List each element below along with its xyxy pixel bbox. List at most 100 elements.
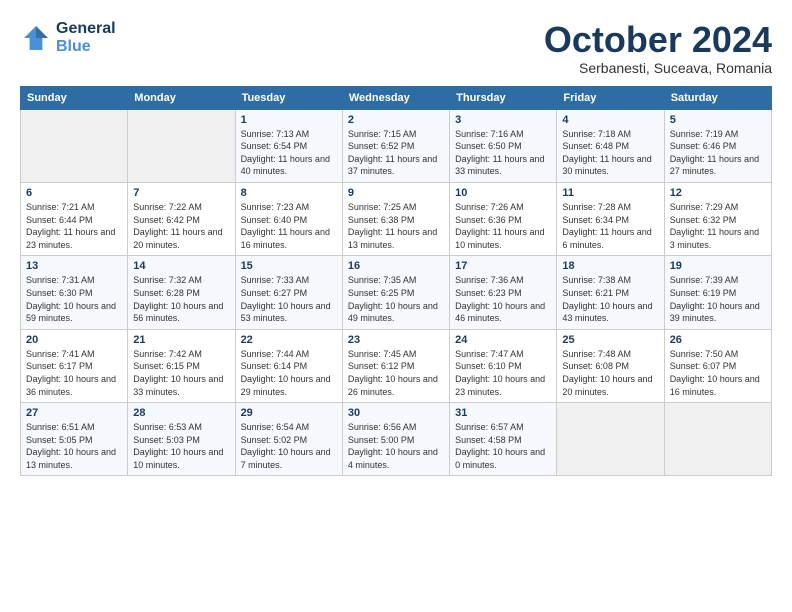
day-number: 14 [133,260,229,272]
calendar-cell [128,109,235,182]
weekday-header: Tuesday [235,86,342,109]
weekday-header: Monday [128,86,235,109]
day-info: Sunrise: 7:28 AM Sunset: 6:34 PM Dayligh… [562,201,658,251]
calendar-cell: 3 Sunrise: 7:16 AM Sunset: 6:50 PM Daylig… [450,109,557,182]
day-number: 27 [26,407,122,419]
month-title: October 2024 [544,20,772,60]
calendar-cell: 12Sunrise: 7:29 AM Sunset: 6:32 PM Dayli… [664,182,771,255]
day-info: Sunrise: 6:56 AM Sunset: 5:00 PM Dayligh… [348,421,444,471]
calendar-cell: 8 Sunrise: 7:23 AM Sunset: 6:40 PM Daylig… [235,182,342,255]
day-number: 16 [348,260,444,272]
day-info: Sunrise: 6:57 AM Sunset: 4:58 PM Dayligh… [455,421,551,471]
day-number: 29 [241,407,337,419]
calendar-cell: 16 Sunrise: 7:35 AM Sunset: 6:25 PM Dayli… [342,256,449,329]
day-info: Sunrise: 7:26 AM Sunset: 6:36 PM Dayligh… [455,201,551,251]
day-info: Sunrise: 7:19 AM Sunset: 6:46 PM Dayligh… [670,128,766,178]
day-info: Sunrise: 7:13 AM Sunset: 6:54 PM Dayligh… [241,128,337,178]
day-number: 4 [562,114,658,126]
weekday-header: Saturday [664,86,771,109]
day-info: Sunrise: 7:50 AM Sunset: 6:07 PM Dayligh… [670,348,766,398]
calendar-cell: 27 Sunrise: 6:51 AM Sunset: 5:05 PM Dayli… [21,403,128,476]
day-info: Sunrise: 7:18 AM Sunset: 6:48 PM Dayligh… [562,128,658,178]
calendar-cell: 17 Sunrise: 7:36 AM Sunset: 6:23 PM Dayli… [450,256,557,329]
day-info: Sunrise: 7:48 AM Sunset: 6:08 PM Dayligh… [562,348,658,398]
day-info: Sunrise: 7:47 AM Sunset: 6:10 PM Dayligh… [455,348,551,398]
day-number: 15 [241,260,337,272]
day-number: 24 [455,334,551,346]
weekday-header: Wednesday [342,86,449,109]
day-info: Sunrise: 7:41 AM Sunset: 6:17 PM Dayligh… [26,348,122,398]
day-number: 31 [455,407,551,419]
day-number: 12 [670,187,766,199]
calendar-cell: 20 Sunrise: 7:41 AM Sunset: 6:17 PM Dayli… [21,329,128,402]
calendar-cell: 28 Sunrise: 6:53 AM Sunset: 5:03 PM Dayli… [128,403,235,476]
day-number: 9 [348,187,444,199]
calendar-table: SundayMondayTuesdayWednesdayThursdayFrid… [20,86,772,477]
day-number: 30 [348,407,444,419]
day-info: Sunrise: 7:23 AM Sunset: 6:40 PM Dayligh… [241,201,337,251]
day-number: 8 [241,187,337,199]
calendar-cell: 22 Sunrise: 7:44 AM Sunset: 6:14 PM Dayli… [235,329,342,402]
calendar-cell: 21 Sunrise: 7:42 AM Sunset: 6:15 PM Dayli… [128,329,235,402]
day-number: 5 [670,114,766,126]
logo: General Blue [20,20,116,56]
calendar-cell: 7 Sunrise: 7:22 AM Sunset: 6:42 PM Daylig… [128,182,235,255]
day-info: Sunrise: 7:35 AM Sunset: 6:25 PM Dayligh… [348,274,444,324]
day-info: Sunrise: 6:51 AM Sunset: 5:05 PM Dayligh… [26,421,122,471]
day-number: 28 [133,407,229,419]
day-info: Sunrise: 7:42 AM Sunset: 6:15 PM Dayligh… [133,348,229,398]
day-info: Sunrise: 7:33 AM Sunset: 6:27 PM Dayligh… [241,274,337,324]
logo-icon [20,22,52,54]
day-number: 10 [455,187,551,199]
header: General Blue October 2024 Serbanesti, Su… [20,20,772,76]
day-info: Sunrise: 7:15 AM Sunset: 6:52 PM Dayligh… [348,128,444,178]
day-info: Sunrise: 7:22 AM Sunset: 6:42 PM Dayligh… [133,201,229,251]
day-info: Sunrise: 7:38 AM Sunset: 6:21 PM Dayligh… [562,274,658,324]
calendar-cell [557,403,664,476]
day-info: Sunrise: 7:21 AM Sunset: 6:44 PM Dayligh… [26,201,122,251]
day-info: Sunrise: 7:36 AM Sunset: 6:23 PM Dayligh… [455,274,551,324]
day-number: 20 [26,334,122,346]
calendar-cell: 2 Sunrise: 7:15 AM Sunset: 6:52 PM Daylig… [342,109,449,182]
day-info: Sunrise: 7:32 AM Sunset: 6:28 PM Dayligh… [133,274,229,324]
title-section: October 2024 Serbanesti, Suceava, Romani… [544,20,772,76]
day-number: 13 [26,260,122,272]
day-number: 25 [562,334,658,346]
day-number: 11 [562,187,658,199]
calendar-cell [21,109,128,182]
day-number: 19 [670,260,766,272]
calendar-cell [664,403,771,476]
day-info: Sunrise: 7:44 AM Sunset: 6:14 PM Dayligh… [241,348,337,398]
day-number: 22 [241,334,337,346]
day-info: Sunrise: 6:53 AM Sunset: 5:03 PM Dayligh… [133,421,229,471]
day-info: Sunrise: 7:39 AM Sunset: 6:19 PM Dayligh… [670,274,766,324]
day-info: Sunrise: 7:16 AM Sunset: 6:50 PM Dayligh… [455,128,551,178]
calendar-cell: 5 Sunrise: 7:19 AM Sunset: 6:46 PM Daylig… [664,109,771,182]
day-info: Sunrise: 7:25 AM Sunset: 6:38 PM Dayligh… [348,201,444,251]
calendar-cell: 11 Sunrise: 7:28 AM Sunset: 6:34 PM Dayli… [557,182,664,255]
calendar-cell: 14 Sunrise: 7:32 AM Sunset: 6:28 PM Dayli… [128,256,235,329]
day-number: 17 [455,260,551,272]
calendar-cell: 13 Sunrise: 7:31 AM Sunset: 6:30 PM Dayli… [21,256,128,329]
calendar-cell: 31 Sunrise: 6:57 AM Sunset: 4:58 PM Dayli… [450,403,557,476]
day-info: Sunrise: 7:45 AM Sunset: 6:12 PM Dayligh… [348,348,444,398]
calendar-cell: 4 Sunrise: 7:18 AM Sunset: 6:48 PM Daylig… [557,109,664,182]
weekday-header: Sunday [21,86,128,109]
calendar-cell: 10 Sunrise: 7:26 AM Sunset: 6:36 PM Dayli… [450,182,557,255]
calendar-cell: 6 Sunrise: 7:21 AM Sunset: 6:44 PM Daylig… [21,182,128,255]
day-number: 6 [26,187,122,199]
day-info: Sunrise: 6:54 AM Sunset: 5:02 PM Dayligh… [241,421,337,471]
calendar-cell: 24 Sunrise: 7:47 AM Sunset: 6:10 PM Dayli… [450,329,557,402]
day-number: 18 [562,260,658,272]
day-number: 3 [455,114,551,126]
calendar-cell: 23Sunrise: 7:45 AM Sunset: 6:12 PM Dayli… [342,329,449,402]
day-info: Sunrise: 7:31 AM Sunset: 6:30 PM Dayligh… [26,274,122,324]
calendar-cell: 25 Sunrise: 7:48 AM Sunset: 6:08 PM Dayli… [557,329,664,402]
weekday-header: Thursday [450,86,557,109]
logo-text: General Blue [56,20,116,56]
day-number: 21 [133,334,229,346]
day-number: 2 [348,114,444,126]
day-number: 7 [133,187,229,199]
day-number: 26 [670,334,766,346]
calendar-cell: 19 Sunrise: 7:39 AM Sunset: 6:19 PM Dayli… [664,256,771,329]
